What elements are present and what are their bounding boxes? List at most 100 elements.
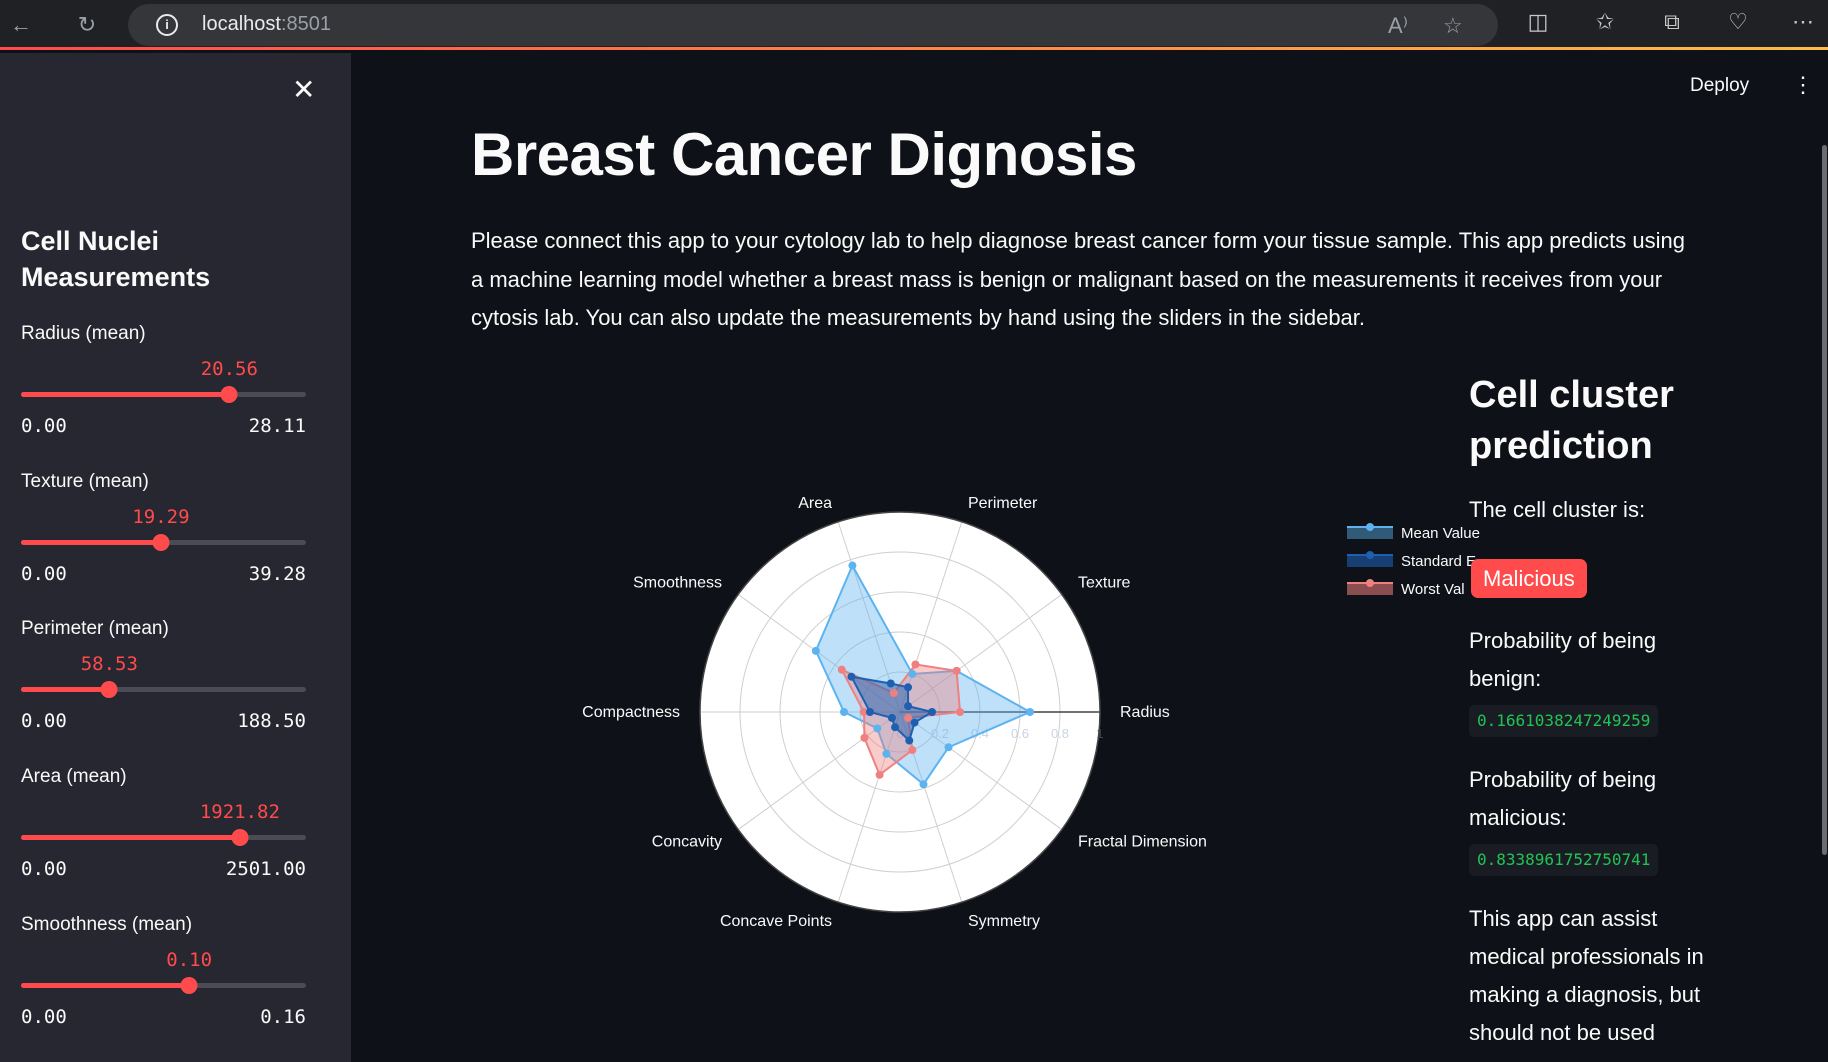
favorite-star-icon[interactable]: ☆: [1443, 13, 1463, 39]
axis-category-label: Symmetry: [968, 913, 1040, 930]
benign-probability-value: 0.1661038247249259: [1469, 705, 1659, 737]
slider-thumb[interactable]: [220, 386, 238, 403]
axis-category-label: Texture: [1078, 575, 1131, 592]
health-icon[interactable]: ♡: [1723, 9, 1753, 35]
prediction-panel: Cell cluster prediction: [1469, 370, 1769, 472]
more-icon[interactable]: ⋯: [1788, 9, 1818, 35]
read-aloud-icon[interactable]: A⁾: [1388, 13, 1408, 39]
data-point: [848, 561, 857, 570]
slider-min: 0.00: [21, 858, 67, 880]
favorites-icon[interactable]: ✩: [1590, 9, 1620, 35]
axis-category-label: Area: [798, 495, 832, 512]
data-point: [904, 683, 913, 692]
collections-icon[interactable]: ⧉: [1657, 9, 1687, 35]
slider-track[interactable]: [21, 681, 306, 698]
data-point: [904, 713, 913, 722]
legend-label: Worst Val: [1401, 581, 1465, 598]
disclaimer-text: This app can assist medical professional…: [1469, 906, 1704, 1045]
slider-value: 20.56: [200, 358, 258, 380]
slider-label: Radius (mean): [21, 323, 146, 344]
slider-min: 0.00: [21, 563, 67, 585]
slider-fill: [21, 687, 110, 692]
slider-label: Perimeter (mean): [21, 618, 169, 639]
data-point: [956, 708, 964, 716]
slider-thumb[interactable]: [100, 681, 118, 698]
scrollbar[interactable]: [1822, 145, 1827, 855]
data-point: [905, 736, 914, 745]
data-point: [952, 666, 961, 675]
legend-item[interactable]: Standard E: [1345, 550, 1476, 572]
slider-track[interactable]: [21, 534, 306, 551]
axis-category-label: Smoothness: [633, 575, 722, 592]
data-point: [908, 746, 917, 755]
radial-tick-label: 1: [1096, 726, 1103, 741]
slider-track[interactable]: [21, 829, 306, 846]
address-bar[interactable]: i localhost:8501 A⁾ ☆: [128, 4, 1498, 46]
legend-item[interactable]: Worst Val: [1345, 578, 1465, 600]
data-point: [882, 749, 891, 758]
back-icon[interactable]: ←: [4, 8, 38, 42]
slider-thumb[interactable]: [180, 977, 198, 994]
data-point: [911, 660, 920, 669]
data-point: [837, 665, 846, 674]
slider[interactable]: Area (mean) 1921.82 0.00 2501.00: [21, 766, 306, 896]
info-icon[interactable]: i: [156, 14, 178, 36]
slider-track[interactable]: [21, 386, 306, 403]
radial-tick-label: 0.8: [1051, 726, 1069, 741]
axis-category-label: Concave Points: [720, 913, 832, 930]
deploy-button[interactable]: Deploy: [1690, 75, 1749, 97]
browser-toolbar: ← ↻ i localhost:8501 A⁾ ☆ ◫ ✩ ⧉ ♡ ⋯: [0, 0, 1828, 50]
slider-max: 39.28: [248, 563, 306, 585]
legend-item[interactable]: Mean Value: [1345, 522, 1480, 544]
sidebar-title: Cell Nuclei Measurements: [21, 226, 211, 292]
legend-label: Standard E: [1401, 553, 1477, 570]
data-point: [887, 713, 896, 722]
legend-swatch: [1347, 579, 1393, 595]
slider-label: Area (mean): [21, 766, 127, 787]
data-point: [873, 724, 882, 733]
benign-probability-label: Probability of being benign:: [1469, 628, 1657, 691]
data-point: [891, 723, 900, 732]
slider-thumb[interactable]: [231, 829, 249, 846]
axis-category-label: Perimeter: [968, 495, 1038, 512]
reload-icon[interactable]: ↻: [70, 8, 104, 42]
data-point: [1026, 708, 1034, 716]
main-menu-icon[interactable]: ⋮: [1792, 72, 1814, 98]
diagnosis-badge: Malicious: [1471, 559, 1587, 598]
slider-max: 188.50: [237, 710, 306, 732]
slider-thumb[interactable]: [152, 534, 170, 551]
slider[interactable]: Radius (mean) 20.56 0.00 28.11: [21, 323, 306, 453]
slider-value: 58.53: [80, 653, 138, 675]
split-screen-icon[interactable]: ◫: [1523, 9, 1553, 35]
page-title: Breast Cancer Dignosis: [471, 121, 1137, 188]
slider[interactable]: Texture (mean) 19.29 0.00 39.28: [21, 471, 306, 601]
data-point: [847, 672, 856, 681]
loading-bar: [0, 47, 1828, 50]
data-point: [904, 702, 913, 711]
data-point: [860, 733, 869, 742]
url-text[interactable]: localhost:8501: [202, 13, 331, 36]
slider-max: 2501.00: [225, 858, 306, 880]
data-point: [886, 679, 895, 688]
slider-fill: [21, 983, 190, 988]
data-point: [811, 646, 820, 655]
slider-min: 0.00: [21, 1006, 67, 1028]
cluster-label: The cell cluster is:: [1469, 497, 1646, 522]
slider-value: 1921.82: [199, 801, 280, 823]
close-icon[interactable]: ✕: [292, 73, 315, 106]
legend-label: Mean Value: [1401, 525, 1480, 542]
axis-category-label: Concavity: [652, 833, 722, 850]
slider-min: 0.00: [21, 710, 67, 732]
data-point: [919, 780, 928, 789]
data-point: [928, 708, 936, 716]
slider[interactable]: Smoothness (mean) 0.10 0.00 0.16: [21, 914, 306, 1044]
intro-text: Please connect this app to your cytology…: [471, 228, 1685, 330]
slider-value: 19.29: [132, 506, 190, 528]
slider[interactable]: Perimeter (mean) 58.53 0.00 188.50: [21, 618, 306, 748]
radar-chart: 0 0.2 0.4 0.6 0.8 1 Radius Texture Perimeter Area…: [560, 470, 1240, 970]
slider-label: Smoothness (mean): [21, 914, 193, 935]
axis-category-label: Compactness: [582, 704, 680, 721]
data-point: [875, 770, 884, 779]
prediction-heading: Cell cluster prediction: [1469, 374, 1674, 467]
slider-track[interactable]: [21, 977, 306, 994]
